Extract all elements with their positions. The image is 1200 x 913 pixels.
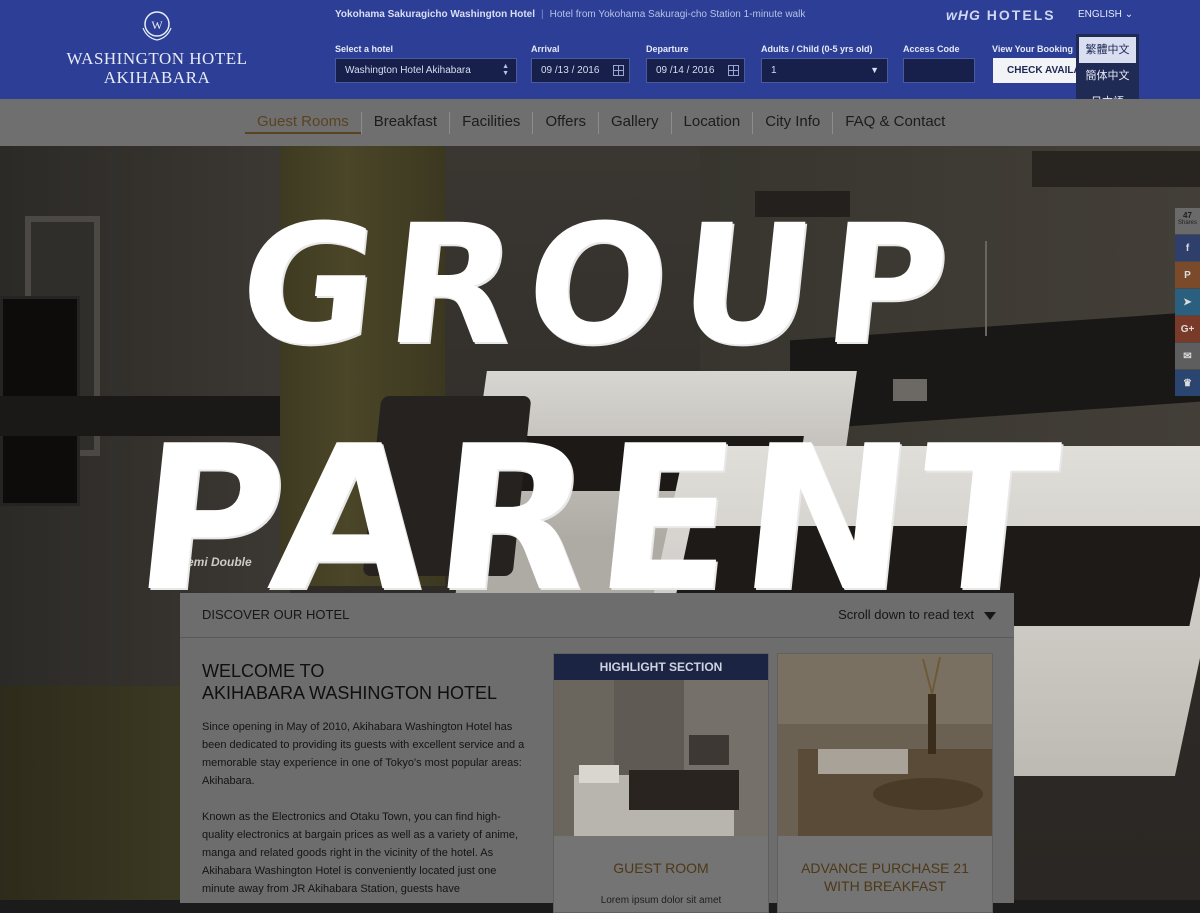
svg-text:W: W xyxy=(151,18,163,32)
view-booking-link[interactable]: View Your Booking xyxy=(992,44,1073,54)
sumo-icon[interactable]: ♛ xyxy=(1175,369,1200,396)
photo-lamp xyxy=(985,241,987,336)
site-header: W WASHINGTON HOTEL AKIHABARA Yokohama Sa… xyxy=(0,0,1200,118)
breakfast-offer-image xyxy=(778,654,992,836)
nav-item-guest-rooms[interactable]: Guest Rooms xyxy=(245,112,361,134)
email-icon[interactable]: ✉ xyxy=(1175,342,1200,369)
welcome-title: WELCOME TO AKIHABARA WASHINGTON HOTEL xyxy=(202,660,532,704)
hotel-select-value: Washington Hotel Akihabara xyxy=(345,65,471,76)
share-count-label: Shares xyxy=(1177,220,1197,226)
photo-carpet xyxy=(0,686,180,900)
arrival-label: Arrival xyxy=(531,44,560,54)
logo-text-line1: WASHINGTON HOTEL xyxy=(66,49,248,68)
departure-date-value: 09 /14 / 2016 xyxy=(656,65,715,76)
share-counter: 47 Shares xyxy=(1175,208,1200,234)
hotel-logo[interactable]: W WASHINGTON HOTEL AKIHABARA xyxy=(62,8,252,88)
crest-icon: W xyxy=(142,11,172,41)
highlight-section-label: HIGHLIGHT SECTION xyxy=(554,654,768,680)
scroll-hint-text: Scroll down to read text xyxy=(838,607,974,622)
nav-item-city-info[interactable]: City Info xyxy=(752,112,832,134)
card-title-guest-room: GUEST ROOM xyxy=(613,860,709,876)
share-count: 47 xyxy=(1183,211,1192,220)
caret-down-icon: ▼ xyxy=(870,65,879,75)
tagline-hotel-link[interactable]: Yokohama Sakuragicho Washington Hotel xyxy=(335,9,535,20)
language-option-traditional-chinese[interactable]: 繁體中文 xyxy=(1079,37,1136,63)
welcome-title-line1: WELCOME TO xyxy=(202,661,325,681)
guests-label: Adults / Child (0-5 yrs old) xyxy=(761,44,873,54)
guests-select[interactable]: 1 ▼ xyxy=(761,58,888,83)
nav-item-gallery[interactable]: Gallery xyxy=(598,112,671,134)
language-option-simplified-chinese[interactable]: 簡体中文 xyxy=(1076,63,1139,89)
facebook-icon[interactable]: f xyxy=(1175,234,1200,261)
guest-room-image xyxy=(554,680,768,836)
departure-date-field[interactable]: 09 /14 / 2016 xyxy=(646,58,745,83)
stepper-arrows-icon: ▲ ▼ xyxy=(502,63,509,77)
photo-clock xyxy=(893,379,927,401)
nav-list: Guest Rooms Breakfast Facilities Offers … xyxy=(245,112,957,134)
brand-suffix: HOTELS xyxy=(986,7,1056,23)
arrival-date-field[interactable]: 09 /13 / 2016 xyxy=(531,58,630,83)
pinterest-icon[interactable]: P xyxy=(1175,261,1200,288)
room-caption: Semi Double xyxy=(179,555,252,569)
nav-item-offers[interactable]: Offers xyxy=(532,112,598,134)
brand-prefix: wHG xyxy=(946,7,981,23)
card-title-line1: ADVANCE PURCHASE 21 xyxy=(801,860,969,876)
welcome-paragraph: Since opening in May of 2010, Akihabara … xyxy=(202,721,525,787)
card-title-advance-purchase: ADVANCE PURCHASE 21 WITH BREAKFAST xyxy=(778,859,992,895)
welcome-paragraph: Known as the Electronics and Otaku Town,… xyxy=(202,811,519,895)
guests-value: 1 xyxy=(771,65,777,76)
card-body-guest-room: Lorem ipsum dolor sit amet xyxy=(600,895,722,906)
hotel-select[interactable]: Washington Hotel Akihabara ▲ ▼ xyxy=(335,58,517,83)
discover-heading: DISCOVER OUR HOTEL xyxy=(202,607,350,622)
highlight-card-guest-room[interactable]: HIGHLIGHT SECTION GUEST ROOM Lorem ipsum… xyxy=(553,653,769,913)
twitter-icon[interactable]: ➤ xyxy=(1175,288,1200,315)
arrow-down-icon xyxy=(984,611,996,620)
logo-text-line2: AKIHABARA xyxy=(103,68,211,87)
calendar-icon[interactable] xyxy=(613,65,624,76)
google-plus-icon[interactable]: G+ xyxy=(1175,315,1200,342)
access-code-input[interactable] xyxy=(903,58,975,83)
language-current: ENGLISH xyxy=(1078,9,1122,20)
nav-item-breakfast[interactable]: Breakfast xyxy=(360,112,449,134)
social-share-bar: 47 Shares f P ➤ G+ ✉ ♛ xyxy=(1175,208,1200,396)
tagline-separator: | xyxy=(541,9,544,20)
photo-desk xyxy=(0,396,280,436)
highlight-card-advance-purchase[interactable]: ADVANCE PURCHASE 21 WITH BREAKFAST xyxy=(777,653,993,913)
arrival-date-value: 09 /13 / 2016 xyxy=(541,65,600,76)
nav-item-facilities[interactable]: Facilities xyxy=(449,112,532,134)
departure-label: Departure xyxy=(646,44,689,54)
hotel-select-label: Select a hotel xyxy=(335,44,394,54)
scroll-hint[interactable]: Scroll down to read text xyxy=(838,607,996,622)
nav-item-faq-contact[interactable]: FAQ & Contact xyxy=(832,112,957,134)
photo-shelf xyxy=(755,191,850,217)
language-selector[interactable]: ENGLISH ⌄ xyxy=(1078,9,1133,20)
whg-hotels-brand[interactable]: wHG HOTELS xyxy=(946,7,1056,23)
welcome-title-line2: AKIHABARA WASHINGTON HOTEL xyxy=(202,683,498,703)
photo-shelf xyxy=(1032,151,1200,187)
panel-header: DISCOVER OUR HOTEL Scroll down to read t… xyxy=(180,593,1014,638)
chevron-down-icon: ⌄ xyxy=(1124,9,1134,20)
calendar-icon[interactable] xyxy=(728,65,739,76)
main-navigation: Guest Rooms Breakfast Facilities Offers … xyxy=(0,99,1200,146)
access-code-label: Access Code xyxy=(903,44,960,54)
hotel-tagline: Yokohama Sakuragicho Washington Hotel | Ho… xyxy=(335,9,805,20)
welcome-section: WELCOME TO AKIHABARA WASHINGTON HOTEL Sin… xyxy=(202,660,532,898)
tagline-description: Hotel from Yokohama Sakuragi-cho Station… xyxy=(549,9,806,20)
photo-chair xyxy=(362,396,532,576)
card-title-line2: WITH BREAKFAST xyxy=(823,878,947,894)
nav-item-location[interactable]: Location xyxy=(670,112,753,134)
